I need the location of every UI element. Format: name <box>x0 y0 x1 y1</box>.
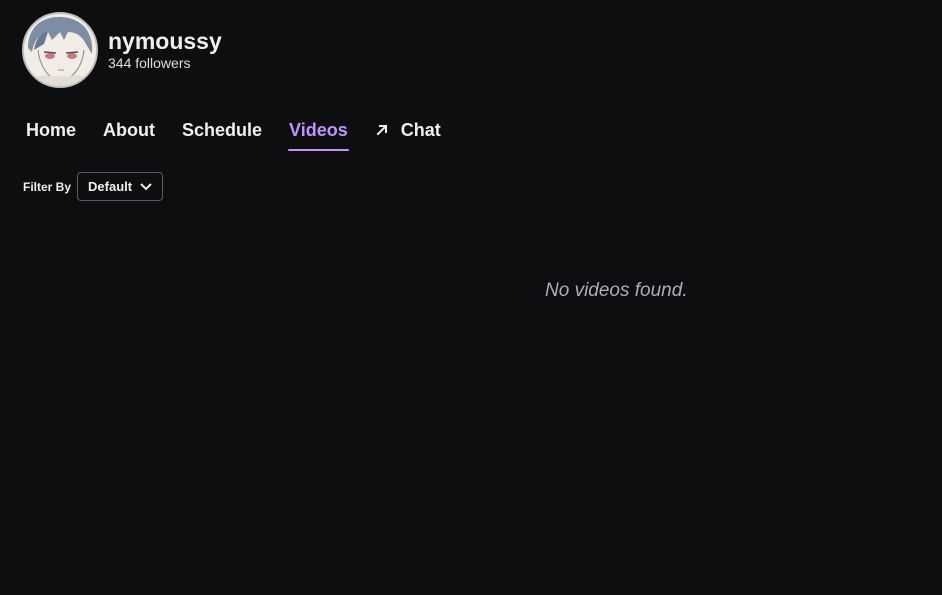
channel-info: nymoussy 344 followers <box>108 28 222 72</box>
channel-videos-page: nymoussy 344 followers Home About Schedu… <box>0 0 942 595</box>
follower-count: 344 followers <box>108 55 191 71</box>
tab-videos-label: Videos <box>289 120 348 140</box>
channel-header: nymoussy 344 followers <box>22 12 222 88</box>
avatar[interactable] <box>22 12 98 88</box>
external-arrow-icon <box>375 118 391 142</box>
tab-chat[interactable]: Chat <box>375 118 441 151</box>
tab-chat-label: Chat <box>400 120 441 140</box>
tab-about-label: About <box>103 120 155 140</box>
filter-bar: Filter By Default <box>23 172 164 201</box>
tab-schedule[interactable]: Schedule <box>182 118 262 151</box>
tab-schedule-label: Schedule <box>182 120 263 140</box>
tab-about[interactable]: About <box>103 118 155 151</box>
tab-videos[interactable]: Videos <box>288 118 349 151</box>
tab-home[interactable]: Home <box>26 118 76 151</box>
filter-label: Filter By <box>23 179 72 194</box>
filter-dropdown[interactable]: Default <box>77 172 164 201</box>
empty-state-message: No videos found. <box>545 280 688 301</box>
filter-selected-value: Default <box>88 179 133 194</box>
avatar-illustration <box>24 14 96 86</box>
channel-nav-tabs: Home About Schedule Videos Chat <box>26 118 468 154</box>
tab-home-label: Home <box>26 120 77 140</box>
channel-name[interactable]: nymoussy <box>108 28 222 54</box>
chevron-down-icon <box>140 182 152 191</box>
